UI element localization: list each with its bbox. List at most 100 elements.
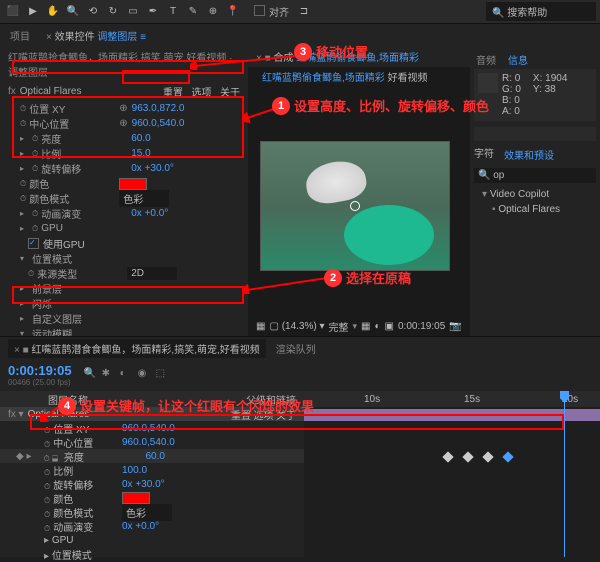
gpu-checkbox[interactable] <box>28 238 39 249</box>
zoom-icon[interactable]: 🔍 <box>64 3 82 21</box>
res-dd[interactable]: 完整 <box>329 319 349 334</box>
tab-audio[interactable]: 音频 <box>474 52 498 67</box>
tl-center[interactable]: 960.0,540.0 <box>122 437 175 448</box>
prop-gpu-label: GPU <box>41 223 131 234</box>
timecode[interactable]: 0:00:19:05 <box>8 363 72 378</box>
prop-center-val[interactable]: 960.0,540.0 <box>132 118 185 129</box>
fx-about[interactable]: 关于 <box>220 88 240 99</box>
home-icon[interactable]: ⬛ <box>4 3 22 21</box>
tl-search-icon[interactable]: 🔍 <box>84 368 98 382</box>
help-search[interactable]: 🔍 搜索帮助 <box>486 2 596 21</box>
arrow-icon <box>190 50 300 70</box>
tl-graph-icon[interactable]: ⬚ <box>156 368 170 382</box>
snap-checkbox[interactable] <box>254 5 265 16</box>
keyframe-active[interactable] <box>502 451 513 462</box>
prop-rot-val[interactable]: 0x +30.0° <box>131 163 174 174</box>
prop-custom-label: 自定义图层 <box>32 311 122 326</box>
tab-info[interactable]: 信息 <box>506 52 530 67</box>
keyframe[interactable] <box>482 451 493 462</box>
tc-display[interactable]: 0:00:19:05 <box>398 321 445 332</box>
prop-flicker-label: 闪烁 <box>32 296 122 311</box>
fx-preset-search[interactable]: 🔍 op <box>474 168 596 183</box>
prop-cmode-dd[interactable]: 色彩 <box>119 190 169 207</box>
tl-shy-icon[interactable]: ◐ <box>120 368 134 382</box>
arrow-icon <box>242 274 332 294</box>
callout-4: 4设置关键帧，让这个红眼有个闪烁的效果 <box>58 396 314 415</box>
fx-tree-folder[interactable]: ▾ Video Copilot <box>474 187 596 202</box>
pin-icon[interactable]: 📍 <box>224 3 242 21</box>
prop-motion-label: 运动模糊 <box>32 326 122 336</box>
tab-fx-presets[interactable]: 效果和预设 <box>500 145 558 164</box>
prop-anim-val[interactable]: 0x +0.0° <box>131 208 168 219</box>
timeline-tracks[interactable]: 10s 15s 20s <box>304 391 600 557</box>
layer-bar[interactable] <box>304 409 600 421</box>
fps-display: 00466 (25.00 fps) <box>8 378 72 387</box>
rect-icon[interactable]: ▭ <box>124 3 142 21</box>
fx-tree-item[interactable]: ▪ Optical Flares <box>474 202 596 217</box>
text-icon[interactable]: T <box>164 3 182 21</box>
prop-cmode-label: 颜色模式 <box>29 191 119 206</box>
tl-posxy[interactable]: 960.0,540.0 <box>122 423 175 434</box>
tl-anim[interactable]: 0x +0.0° <box>122 521 159 532</box>
timeline-panel: × ■ 红嘴蓝鹊潜食食鲫鱼，场面精彩,搞笑,萌宠,好看视频 渲染队列 0:00:… <box>0 336 600 556</box>
tl-cmode[interactable]: 色彩 <box>122 504 172 521</box>
select-icon[interactable]: ▶ <box>24 3 42 21</box>
preview-menu-icon[interactable]: ▦ <box>256 321 265 332</box>
tl-tab-comp[interactable]: × ■ 红嘴蓝鹊潜食食鲫鱼，场面精彩,搞笑,萌宠,好看视频 <box>8 339 266 358</box>
hand-icon[interactable]: ✋ <box>44 3 62 21</box>
tl-rot[interactable]: 0x +30.0° <box>122 479 165 490</box>
crosshair-icon[interactable] <box>350 201 360 211</box>
gpu-cb-label: 使用GPU <box>43 236 85 251</box>
brush-icon[interactable]: ✎ <box>184 3 202 21</box>
tab-chars[interactable]: 字符 <box>474 145 494 164</box>
prop-bright-val[interactable]: 60.0 <box>131 133 150 144</box>
tl-fx-icon[interactable]: ✱ <box>102 368 116 382</box>
prop-srctype-dd[interactable]: 2D <box>127 267 177 280</box>
time-ruler[interactable]: 10s 15s 20s <box>304 391 600 407</box>
prop-scale-val[interactable]: 15.0 <box>131 148 150 159</box>
grid-icon[interactable]: ▦ <box>361 321 370 332</box>
stamp-icon[interactable]: ⊕ <box>204 3 222 21</box>
tab-project[interactable]: 项目 <box>8 28 32 43</box>
magnet-icon[interactable]: ⊐ <box>295 3 313 21</box>
prop-anim-label: 动画演变 <box>41 206 131 221</box>
fx-header[interactable]: fx Optical Flares 重置 选项 关于 <box>0 82 248 101</box>
orbit-icon[interactable]: ⟲ <box>84 3 102 21</box>
mask-icon[interactable]: ◐ <box>375 321 381 332</box>
fx-options[interactable]: 选项 <box>191 88 211 99</box>
prop-rot-label: 旋转偏移 <box>41 161 131 176</box>
right-sidebar: 音频信息 R: 0 G: 0 B: 0 A: 0 X: 1904 Y: 38 字… <box>470 46 600 336</box>
tl-mb-icon[interactable]: ◉ <box>138 368 152 382</box>
info-panel-body: R: 0 G: 0 B: 0 A: 0 X: 1904 Y: 38 <box>474 69 596 121</box>
callout-3: 3移动位置 <box>294 42 368 61</box>
pen-icon[interactable]: ✒ <box>144 3 162 21</box>
tab-fx-controls[interactable]: × 效果控件 调整图层 ≡ <box>44 28 148 43</box>
prop-fg-label: 前景层 <box>32 281 122 296</box>
zoom-dd[interactable]: ▢ (14.3%) ▾ <box>269 321 324 332</box>
effects-panel: 红嘴蓝鹊抢食鲫鱼，场面精彩,搞笑,萌宠,好看视频 · 调整图层 fx Optic… <box>0 46 248 336</box>
callout-1: 1设置高度、比例、旋转偏移、颜色 <box>272 96 489 115</box>
keyframe[interactable] <box>442 451 453 462</box>
tl-bright[interactable]: 60.0 <box>146 451 165 462</box>
callout-2: 2选择在原稿 <box>324 268 411 287</box>
prop-posxy-val[interactable]: 963.0,872.0 <box>132 103 185 114</box>
snap-label: 对齐 <box>269 8 289 19</box>
tl-tab-renderq[interactable]: 渲染队列 <box>276 341 316 356</box>
tl-scale[interactable]: 100.0 <box>122 465 147 476</box>
prop-srctype-label: 来源类型 <box>37 266 127 281</box>
camera-icon[interactable]: 📷 <box>449 321 461 332</box>
prop-pmode-label: 位置模式 <box>32 251 122 266</box>
color-sample <box>478 73 498 93</box>
prop-color-label: 颜色 <box>29 176 119 191</box>
color-swatch[interactable] <box>119 178 147 190</box>
preview-viewport[interactable] <box>260 141 450 271</box>
prop-posxy-label: 位置 XY <box>29 101 119 116</box>
playhead[interactable] <box>564 391 565 557</box>
preview-content <box>306 162 386 212</box>
rotate-icon[interactable]: ↻ <box>104 3 122 21</box>
fx-reset[interactable]: 重置 <box>163 88 183 99</box>
prop-bright-label: 亮度 <box>41 131 131 146</box>
keyframe[interactable] <box>462 451 473 462</box>
tl-color[interactable] <box>122 492 150 504</box>
guides-icon[interactable]: ▣ <box>385 321 394 332</box>
